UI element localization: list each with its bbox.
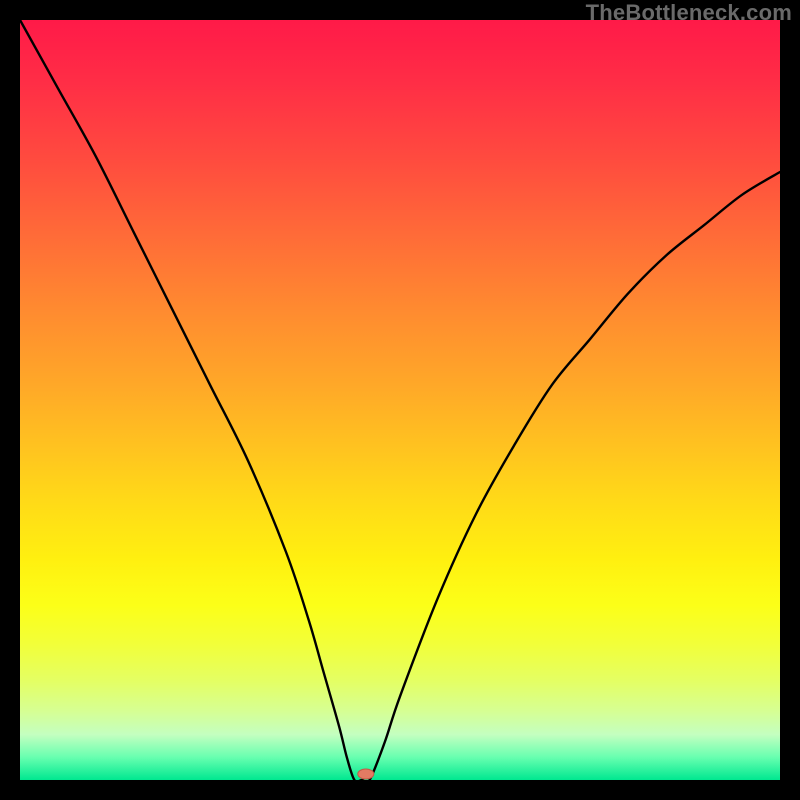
- chart-svg: [20, 20, 780, 780]
- minimum-marker: [358, 769, 374, 779]
- chart-frame: TheBottleneck.com: [0, 0, 800, 800]
- watermark-text: TheBottleneck.com: [586, 0, 792, 26]
- bottleneck-curve: [20, 20, 780, 783]
